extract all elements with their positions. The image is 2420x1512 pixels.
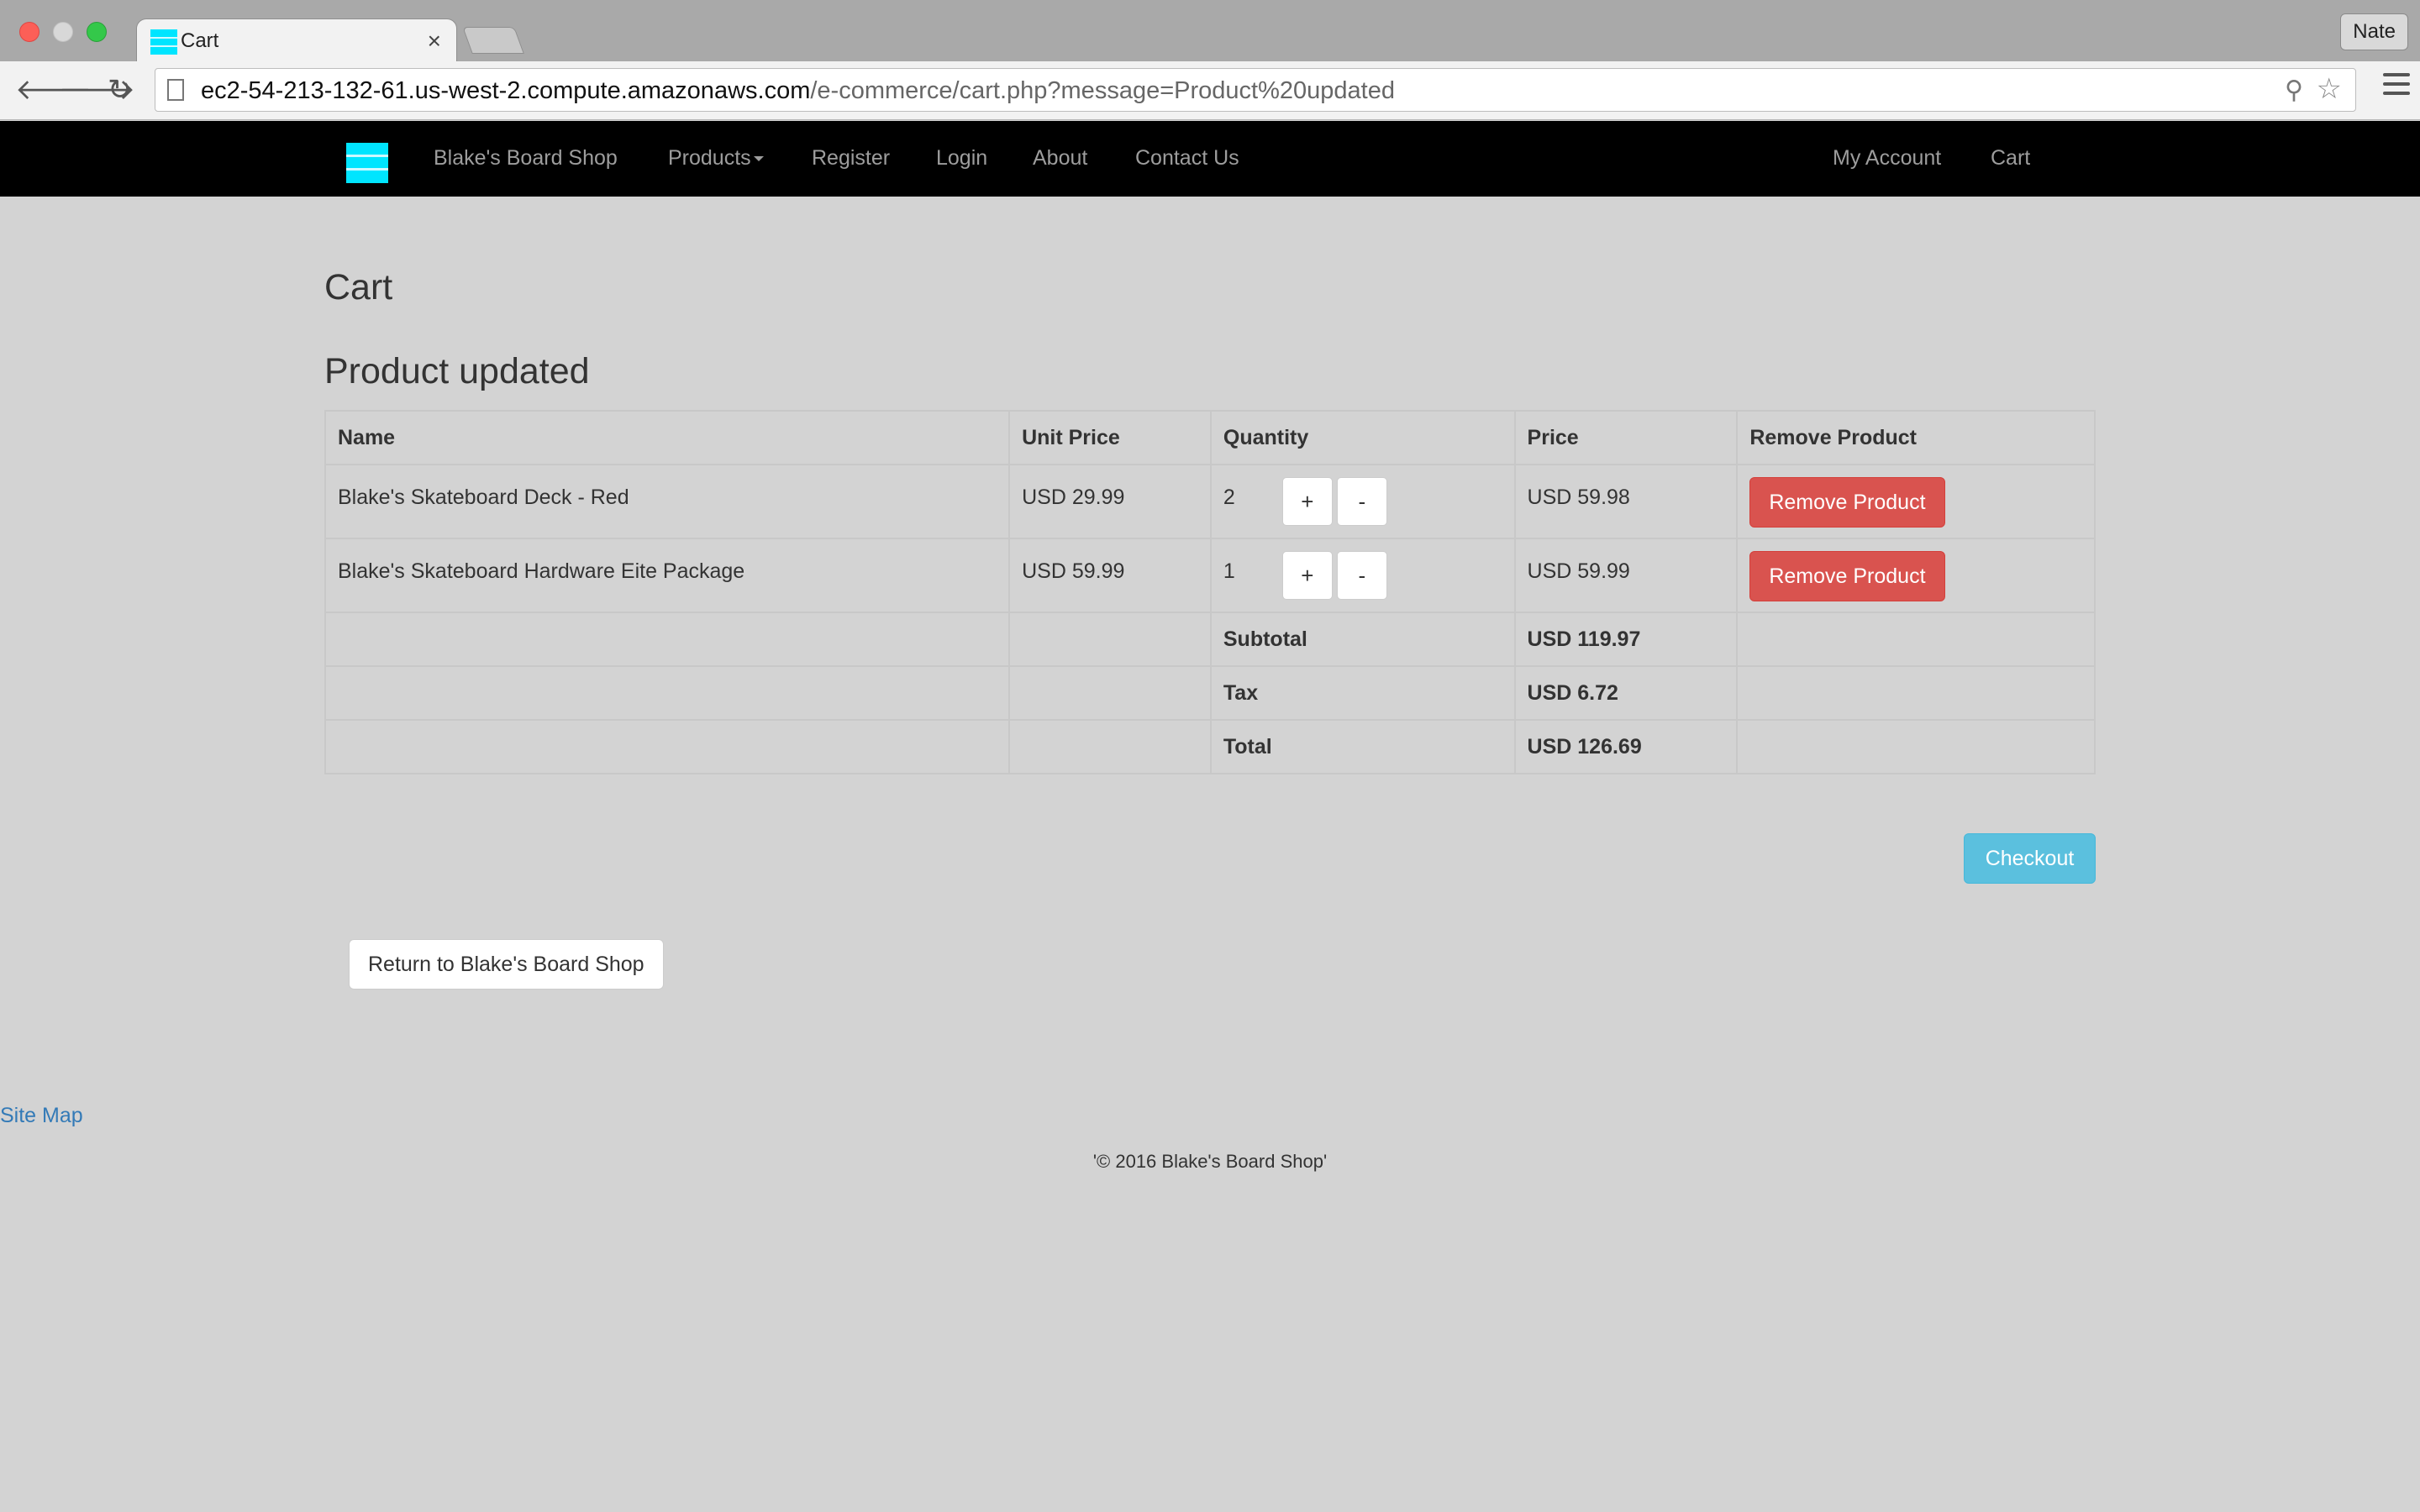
site-navbar: Blake's Board Shop Products Register Log… (0, 121, 2420, 197)
line-price: USD 59.98 (1513, 464, 1739, 539)
product-name: Blake's Skateboard Deck - Red (324, 464, 1011, 539)
decrement-button[interactable]: - (1336, 477, 1387, 526)
product-name: Blake's Skateboard Hardware Eite Package (324, 538, 1011, 613)
nav-cart-link[interactable]: Cart (1991, 146, 2030, 171)
status-message: Product updated (324, 351, 590, 391)
url-text[interactable]: ec2-54-213-132-61.us-west-2.compute.amaz… (201, 77, 1395, 105)
browser-titlebar: Cart × Nate (0, 0, 2420, 63)
nav-products-label: Products (668, 146, 751, 170)
column-header-unit-price: Unit Price (1008, 410, 1212, 465)
unit-price: USD 59.99 (1008, 538, 1212, 613)
browser-toolbar: 🡐 🡒 ↻ ec2-54-213-132-61.us-west-2.comput… (0, 61, 2420, 120)
quantity-cell: 1 + - (1209, 538, 1516, 613)
tab-title: Cart (181, 29, 219, 52)
subtotal-label: Subtotal (1209, 612, 1516, 667)
page-icon (167, 79, 184, 101)
quantity-value: 2 (1223, 486, 1235, 509)
remove-product-button[interactable]: Remove Product (1749, 551, 1945, 601)
column-header-quantity: Quantity (1209, 410, 1516, 465)
page-title: Cart (324, 267, 393, 307)
copyright-text: '© 2016 Blake's Board Shop' (1092, 1151, 1328, 1172)
nav-my-account-link[interactable]: My Account (1833, 146, 1941, 171)
increment-button[interactable]: + (1281, 551, 1333, 600)
minimize-window-button[interactable] (53, 22, 73, 42)
maximize-window-button[interactable] (87, 22, 107, 42)
cart-table: Name Unit Price Quantity Price Remove Pr… (324, 410, 2096, 774)
table-header-row: Name Unit Price Quantity Price Remove Pr… (324, 410, 2096, 465)
total-row: Total USD 126.69 (324, 719, 2096, 774)
quantity-value: 1 (1223, 559, 1235, 583)
search-icon[interactable]: ⚲ (2285, 76, 2303, 105)
remove-product-button[interactable]: Remove Product (1749, 477, 1945, 528)
table-row: Blake's Skateboard Deck - Red USD 29.99 … (324, 464, 2096, 539)
unit-price: USD 29.99 (1008, 464, 1212, 539)
site-map-link[interactable]: Site Map (0, 1104, 83, 1128)
profile-button[interactable]: Nate (2340, 13, 2408, 50)
bookmark-star-icon[interactable]: ☆ (2317, 72, 2342, 106)
nav-contact-link[interactable]: Contact Us (1135, 146, 1239, 171)
tax-label: Tax (1209, 665, 1516, 721)
remove-cell: Remove Product (1736, 538, 2096, 613)
close-window-button[interactable] (19, 22, 39, 42)
decrement-button[interactable]: - (1336, 551, 1387, 600)
nav-products-dropdown[interactable]: Products (668, 146, 764, 171)
site-logo-icon[interactable] (346, 143, 388, 183)
nav-login-link[interactable]: Login (936, 146, 987, 171)
remove-cell: Remove Product (1736, 464, 2096, 539)
tax-value: USD 6.72 (1513, 665, 1739, 721)
total-value: USD 126.69 (1513, 719, 1739, 774)
tab-close-icon[interactable]: × (428, 28, 441, 55)
nav-brand-link[interactable]: Blake's Board Shop (434, 146, 618, 171)
reload-icon[interactable]: ↻ (108, 73, 132, 107)
hamburger-menu-icon[interactable] (2383, 73, 2410, 101)
tax-row: Tax USD 6.72 (324, 665, 2096, 721)
nav-about-link[interactable]: About (1033, 146, 1087, 171)
column-header-remove: Remove Product (1736, 410, 2096, 465)
url-path: /e-commerce/cart.php?message=Product%20u… (810, 77, 1395, 104)
subtotal-value: USD 119.97 (1513, 612, 1739, 667)
favicon-icon (150, 29, 177, 55)
quantity-cell: 2 + - (1209, 464, 1516, 539)
line-price: USD 59.99 (1513, 538, 1739, 613)
address-bar[interactable]: ec2-54-213-132-61.us-west-2.compute.amaz… (155, 68, 2356, 112)
caret-down-icon (753, 156, 764, 162)
browser-tab-cart[interactable]: Cart × (136, 18, 457, 63)
checkout-button[interactable]: Checkout (1964, 833, 2096, 884)
nav-register-link[interactable]: Register (812, 146, 890, 171)
return-to-shop-button[interactable]: Return to Blake's Board Shop (349, 939, 664, 990)
new-tab-button[interactable] (462, 27, 524, 54)
table-row: Blake's Skateboard Hardware Eite Package… (324, 538, 2096, 613)
subtotal-row: Subtotal USD 119.97 (324, 612, 2096, 667)
url-host: ec2-54-213-132-61.us-west-2.compute.amaz… (201, 77, 811, 104)
increment-button[interactable]: + (1281, 477, 1333, 526)
column-header-name: Name (324, 410, 1011, 465)
column-header-price: Price (1513, 410, 1739, 465)
total-label: Total (1209, 719, 1516, 774)
